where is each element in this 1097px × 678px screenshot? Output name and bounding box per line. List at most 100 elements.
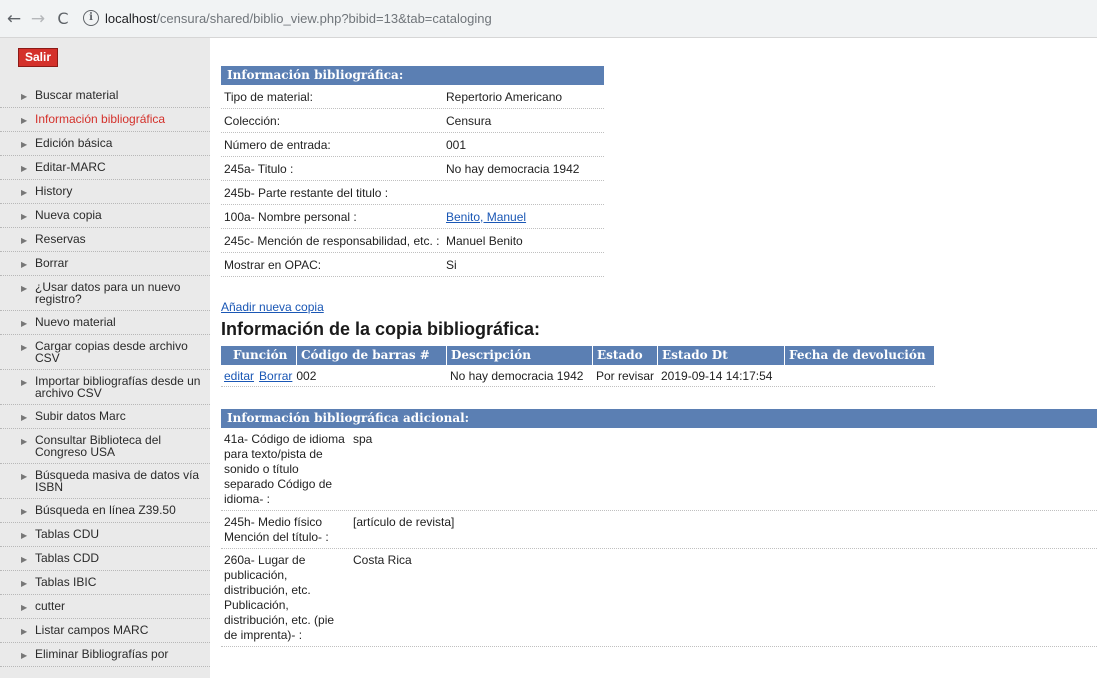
sidebar-item[interactable]: ▶ Reservas bbox=[0, 228, 210, 252]
chevron-right-icon: ▶ bbox=[21, 284, 28, 293]
chevron-right-icon: ▶ bbox=[21, 413, 28, 422]
sidebar-item[interactable]: ▶ Subir datos Marc bbox=[0, 405, 210, 429]
chevron-right-icon: ▶ bbox=[21, 507, 28, 516]
extra-info-rows: 41a- Código de idioma para texto/pista d… bbox=[221, 428, 1097, 647]
chevron-right-icon: ▶ bbox=[21, 343, 28, 352]
chevron-right-icon: ▶ bbox=[21, 236, 28, 245]
sidebar-item-label: Tablas IBIC bbox=[35, 575, 97, 589]
chevron-right-icon: ▶ bbox=[21, 651, 28, 660]
sidebar-item-label: Buscar material bbox=[35, 88, 119, 102]
delete-copy-link[interactable]: Borrar bbox=[259, 369, 292, 383]
sidebar-item[interactable]: ▶ Edición básica bbox=[0, 132, 210, 156]
chevron-right-icon: ▶ bbox=[21, 92, 28, 101]
info-value: Censura bbox=[446, 113, 492, 128]
extra-info-label: 260a- Lugar de publicación, distribución… bbox=[224, 553, 335, 642]
column-header: Código de barras # bbox=[297, 346, 447, 365]
info-row: 245b- Parte restante del titulo : bbox=[221, 181, 604, 205]
sidebar-item-label: Nueva copia bbox=[35, 208, 102, 222]
sidebar-item-label: Eliminar Bibliografías por bbox=[35, 647, 169, 661]
site-info-icon[interactable]: i bbox=[83, 10, 99, 26]
url-path: /censura/shared/biblio_view.php?bibid=13… bbox=[156, 11, 492, 26]
column-header: Estado bbox=[593, 346, 658, 365]
chevron-right-icon: ▶ bbox=[21, 116, 28, 125]
sidebar-item[interactable]: ▶ Editar-MARC bbox=[0, 156, 210, 180]
column-header: Función bbox=[221, 346, 297, 365]
info-row: Mostrar en OPAC: Si bbox=[221, 253, 604, 277]
exit-button[interactable]: Salir bbox=[18, 48, 59, 67]
sidebar-item[interactable]: ▶ Nueva copia bbox=[0, 204, 210, 228]
sidebar-item[interactable]: ▶ cutter bbox=[0, 595, 210, 619]
sidebar-item-label: Búsqueda en línea Z39.50 bbox=[35, 503, 176, 517]
info-row: Tipo de material: Repertorio Americano bbox=[221, 85, 604, 109]
back-arrow-icon[interactable]: ← bbox=[4, 9, 24, 29]
info-label: Mostrar en OPAC: bbox=[224, 257, 322, 272]
sidebar-item[interactable]: ▶ Tablas CDD bbox=[0, 547, 210, 571]
status_dt-cell: 2019-09-14 14:17:54 bbox=[661, 368, 773, 383]
biblio-info-table: Información bibliográfica: Tipo de mater… bbox=[221, 66, 604, 277]
copies-table-header: Función Código de barras # Descripción Esta… bbox=[221, 346, 935, 365]
sidebar-item[interactable]: ▶ Búsqueda masiva de datos vía ISBN bbox=[0, 464, 210, 499]
copies-table-body: editar Borrar 002 No hay democracia 1942 Por… bbox=[221, 365, 935, 387]
sidebar-item-label: Consultar Biblioteca del Congreso USA bbox=[35, 433, 162, 459]
info-label: 245a- Titulo : bbox=[224, 161, 294, 176]
chevron-right-icon: ▶ bbox=[21, 531, 28, 540]
info-row: 245a- Titulo : No hay democracia 1942 bbox=[221, 157, 604, 181]
info-value: Repertorio Americano bbox=[446, 89, 563, 104]
sidebar-item-label: Reservas bbox=[35, 232, 86, 246]
extra-info-header: Información bibliográfica adicional: bbox=[221, 409, 1097, 428]
sidebar-item[interactable]: ▶ Tablas CDU bbox=[0, 523, 210, 547]
address-bar[interactable]: localhost/censura/shared/biblio_view.php… bbox=[105, 11, 492, 26]
info-row: 245c- Mención de responsabilidad, etc. :… bbox=[221, 229, 604, 253]
sidebar-item-label: Importar bibliografías desde un archivo … bbox=[35, 374, 201, 400]
sidebar-item[interactable]: ▶ Información bibliográfica bbox=[0, 108, 210, 132]
column-header: Fecha de devolución bbox=[785, 346, 935, 365]
info-label: 245b- Parte restante del titulo : bbox=[224, 185, 389, 200]
sidebar-item[interactable]: ▶ Nuevo material bbox=[0, 311, 210, 335]
sidebar-item[interactable]: ▶ Cargar copias desde archivo CSV bbox=[0, 335, 210, 370]
info-label: Colección: bbox=[224, 113, 281, 128]
sidebar-item-label: cutter bbox=[35, 599, 66, 613]
info-label: 100a- Nombre personal : bbox=[224, 209, 357, 224]
forward-arrow-icon[interactable]: → bbox=[28, 9, 48, 29]
extra-info-table: Información bibliográfica adicional: 41a… bbox=[221, 409, 1097, 647]
reload-icon[interactable]: C bbox=[53, 9, 73, 29]
extra-info-row: 260a- Lugar de publicación, distribución… bbox=[221, 549, 1097, 647]
extra-info-label: 245h- Medio físico Mención del título- : bbox=[224, 515, 329, 544]
description-cell: No hay democracia 1942 bbox=[450, 368, 584, 383]
copy-section-title: Información de la copia bibliográfica: bbox=[221, 319, 541, 339]
sidebar-item-label: Cargar copias desde archivo CSV bbox=[35, 339, 188, 365]
column-header: Estado Dt bbox=[658, 346, 785, 365]
sidebar-item[interactable]: ▶ Listar campos MARC bbox=[0, 619, 210, 643]
barcode-cell: 002 bbox=[296, 368, 317, 383]
sidebar: Salir ▶ Buscar material ▶ Información bibli… bbox=[0, 38, 210, 678]
sidebar-item[interactable]: ▶ Importar bibliografías desde un archivo… bbox=[0, 370, 210, 405]
sidebar-item[interactable]: ▶ Búsqueda en línea Z39.50 bbox=[0, 499, 210, 523]
sidebar-item[interactable]: ▶ History bbox=[0, 180, 210, 204]
info-value: 001 bbox=[446, 137, 467, 152]
sidebar-item-label: Tablas CDD bbox=[35, 551, 100, 565]
sidebar-item-label: Tablas CDU bbox=[35, 527, 100, 541]
sidebar-item[interactable]: ▶ Borrar bbox=[0, 252, 210, 276]
sidebar-item-label: Búsqueda masiva de datos vía ISBN bbox=[35, 468, 200, 494]
table-row: editar Borrar 002 No hay democracia 1942 Por… bbox=[221, 365, 935, 387]
sidebar-item[interactable]: ▶ ¿Usar datos para un nuevo registro? bbox=[0, 276, 210, 311]
info-label: Número de entrada: bbox=[224, 137, 331, 152]
sidebar-item-label: Borrar bbox=[35, 256, 69, 270]
sidebar-item[interactable]: ▶ Consultar Biblioteca del Congreso USA bbox=[0, 429, 210, 464]
author-link[interactable]: Benito, Manuel bbox=[446, 210, 526, 224]
edit-copy-link[interactable]: editar bbox=[224, 369, 254, 383]
chevron-right-icon: ▶ bbox=[21, 472, 28, 481]
sidebar-item[interactable]: ▶ Buscar material bbox=[0, 84, 210, 108]
sidebar-item-label: Edición básica bbox=[35, 136, 113, 150]
chevron-right-icon: ▶ bbox=[21, 260, 28, 269]
chevron-right-icon: ▶ bbox=[21, 212, 28, 221]
extra-info-value: spa bbox=[353, 432, 373, 446]
info-value: No hay democracia 1942 bbox=[446, 161, 580, 176]
sidebar-item[interactable]: ▶ Tablas IBIC bbox=[0, 571, 210, 595]
main-content: Información bibliográfica: Tipo de mater… bbox=[221, 38, 1097, 678]
chevron-right-icon: ▶ bbox=[21, 319, 28, 328]
sidebar-item[interactable]: ▶ Eliminar Bibliografías por bbox=[0, 643, 210, 667]
info-label: 245c- Mención de responsabilidad, etc. : bbox=[224, 233, 440, 248]
add-copy-link[interactable]: Añadir nueva copia bbox=[221, 300, 324, 314]
chevron-right-icon: ▶ bbox=[21, 437, 28, 446]
